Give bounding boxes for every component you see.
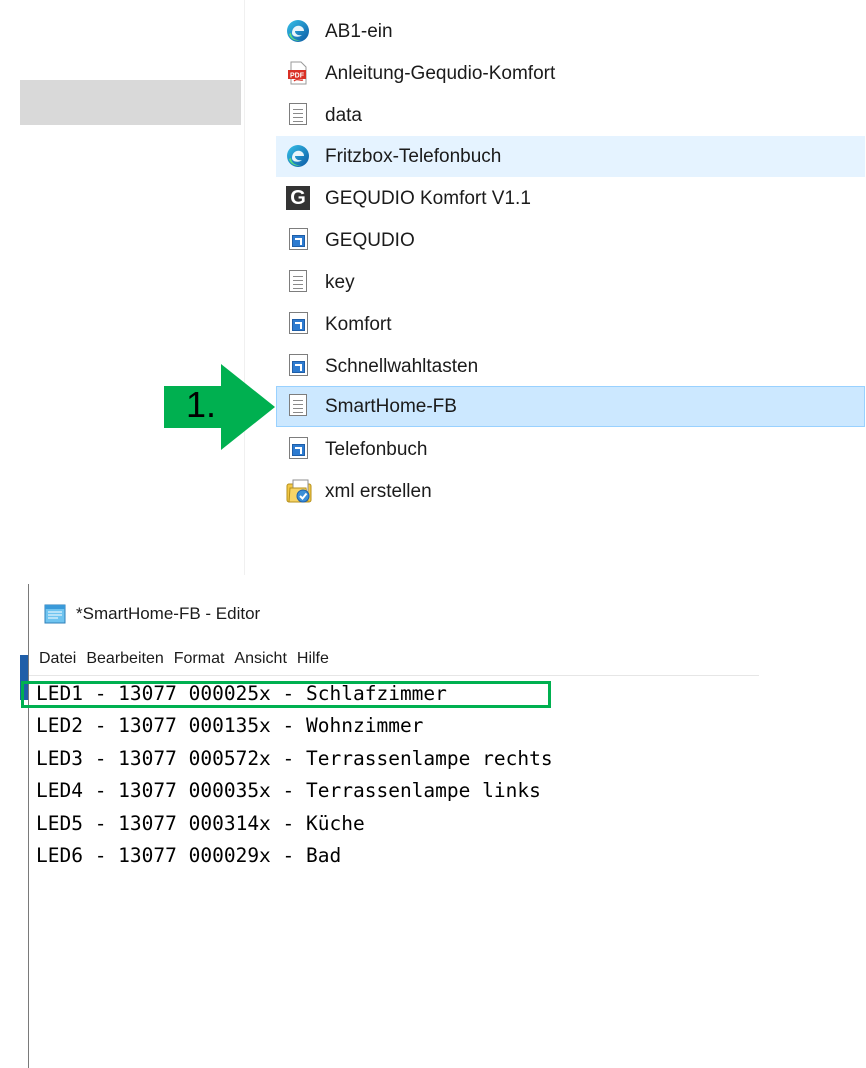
window-title: *SmartHome-FB - Editor [76, 604, 261, 623]
file-explorer: AB1-ein PDF Anleitung-Gequdio-Komfort da… [0, 0, 866, 575]
annotation-highlight-box [21, 681, 551, 708]
menu-item-bearbeiten[interactable]: Bearbeiten [81, 648, 168, 670]
file-name: Telefonbuch [325, 438, 428, 460]
file-item-key[interactable]: key [276, 262, 865, 303]
shortcut-icon [286, 311, 312, 338]
file-name: Schnellwahltasten [325, 355, 479, 377]
file-name: xml erstellen [325, 480, 432, 502]
svg-text:PDF: PDF [290, 72, 305, 79]
notepad-window: *SmartHome-FB - Editor Datei Bearbeiten … [21, 584, 866, 1068]
file-name: Fritzbox-Telefonbuch [325, 145, 502, 167]
file-item-ab1-ein[interactable]: AB1-ein [276, 11, 865, 52]
batch-file-icon [286, 479, 312, 505]
pane-divider[interactable] [244, 0, 245, 575]
file-name: data [325, 104, 362, 126]
editor-line[interactable]: LED5 - 13077 000314x - Küche [36, 808, 856, 840]
notepad-icon [44, 604, 66, 624]
navigation-pane-selection[interactable] [20, 80, 241, 125]
editor-line[interactable]: LED6 - 13077 000029x - Bad [36, 840, 856, 872]
file-item-gequdio[interactable]: GEQUDIO [276, 220, 865, 261]
file-name: Komfort [325, 313, 392, 335]
editor-line[interactable]: LED4 - 13077 000035x - Terrassenlampe li… [36, 775, 856, 807]
menu-item-hilfe[interactable]: Hilfe [292, 648, 334, 670]
file-item-xml-erstellen[interactable]: xml erstellen [276, 471, 865, 512]
menu-divider [29, 675, 759, 676]
background-window-edge [0, 573, 30, 1068]
file-name: key [325, 271, 355, 293]
edge-icon [286, 19, 312, 45]
file-name: Anleitung-Gequdio-Komfort [325, 62, 556, 84]
file-name: SmartHome-FB [325, 395, 457, 417]
editor-line[interactable]: LED2 - 13077 000135x - Wohnzimmer [36, 710, 856, 742]
pdf-icon: PDF [286, 61, 312, 87]
file-item-smarthome-fb[interactable]: SmartHome-FB [276, 386, 865, 427]
file-item-anleitung[interactable]: PDF Anleitung-Gequdio-Komfort [276, 53, 865, 94]
text-file-icon [286, 102, 312, 129]
gequdio-app-icon: G [286, 185, 312, 212]
screenshot-root: AB1-ein PDF Anleitung-Gequdio-Komfort da… [0, 0, 866, 1068]
text-editor-area[interactable]: LED1 - 13077 000025x - Schlafzimmer LED2… [21, 678, 856, 872]
annotation-arrow-head-icon [221, 364, 275, 450]
text-file-icon [286, 393, 312, 420]
shortcut-icon [286, 436, 312, 463]
menu-item-ansicht[interactable]: Ansicht [229, 648, 291, 670]
text-file-icon [286, 269, 312, 296]
editor-line[interactable]: LED3 - 13077 000572x - Terrassenlampe re… [36, 743, 856, 775]
menu-item-datei[interactable]: Datei [29, 648, 81, 670]
file-name: GEQUDIO Komfort V1.1 [325, 187, 531, 209]
file-item-data[interactable]: data [276, 95, 865, 136]
file-item-telefonbuch[interactable]: Telefonbuch [276, 429, 865, 470]
file-item-gequdio-komfort-v11[interactable]: G GEQUDIO Komfort V1.1 [276, 178, 865, 219]
file-name: AB1-ein [325, 20, 393, 42]
menu-item-format[interactable]: Format [169, 648, 230, 670]
menu-bar: Datei Bearbeiten Format Ansicht Hilfe [29, 648, 334, 670]
shortcut-icon [286, 227, 312, 254]
file-item-schnellwahltasten[interactable]: Schnellwahltasten [276, 346, 865, 387]
file-item-fritzbox-telefonbuch[interactable]: Fritzbox-Telefonbuch [276, 136, 865, 177]
shortcut-icon [286, 353, 312, 380]
file-name: GEQUDIO [325, 229, 415, 251]
annotation-step-label: 1. [186, 384, 217, 425]
file-item-komfort[interactable]: Komfort [276, 304, 865, 345]
notepad-titlebar[interactable]: *SmartHome-FB - Editor [29, 584, 866, 636]
edge-icon [286, 144, 312, 170]
